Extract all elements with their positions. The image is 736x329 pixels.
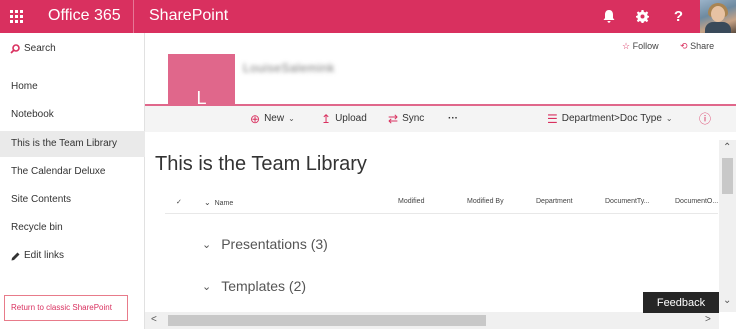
command-bar: ⊕ New ⌄ ↥ Upload ⇄ Sync ··· ☰ Department… [145,106,736,132]
follow-button[interactable]: ☆ Follow [622,41,659,52]
share-icon: ⟲ [680,41,688,51]
chevron-down-icon: ⌄ [202,280,212,293]
share-button[interactable]: ⟲ Share [680,41,714,52]
group-header-presentations[interactable]: ⌄ Presentations (3) [202,236,328,252]
chevron-down-icon: ⌄ [665,114,673,123]
select-all-checkbox[interactable]: ✓ [176,198,182,206]
nav-item-recycle-bin[interactable]: Recycle bin [0,215,145,241]
column-header-name[interactable]: ⌄ Name [204,198,233,207]
help-button[interactable]: ? [662,0,695,33]
sync-icon: ⇄ [388,112,399,126]
chevron-down-icon: ⌄ [202,238,212,251]
info-button[interactable]: ⓘ [699,106,711,132]
column-header-document-type[interactable]: DocumentTy... [605,198,650,205]
bell-icon [603,10,614,23]
settings-button[interactable] [626,0,659,33]
horizontal-scroll-thumb[interactable] [168,315,486,326]
nav-item-calendar-deluxe[interactable]: The Calendar Deluxe [0,159,145,185]
waffle-icon [10,10,23,23]
scroll-down-arrow-icon[interactable]: ⌄ [723,295,731,306]
edit-links-button[interactable]: Edit links [0,243,145,269]
nav-item-team-library[interactable]: This is the Team Library [0,131,145,157]
view-switcher[interactable]: ☰ Department>Doc Type ⌄ [547,106,673,132]
feedback-button[interactable]: Feedback [643,292,719,313]
vertical-scrollbar[interactable] [719,140,736,312]
follow-label: Follow [632,41,659,51]
group-label: Presentations (3) [221,236,328,252]
scroll-up-arrow-icon[interactable]: ⌃ [723,142,731,153]
new-button[interactable]: ⊕ New ⌄ [250,106,295,132]
upload-icon: ↥ [321,112,332,126]
office365-link[interactable]: Office 365 [48,7,121,25]
suitebar-divider [133,0,134,33]
chevron-down-icon: ⌄ [204,198,211,207]
nav-item-home[interactable]: Home [0,74,145,100]
suite-bar: Office 365 SharePoint ? [0,0,736,33]
column-header-department[interactable]: Department [536,198,573,205]
chevron-down-icon: ⌄ [288,114,295,123]
edit-links-label: Edit links [24,250,65,261]
upload-button[interactable]: ↥ Upload [321,106,367,132]
nav-item-notebook[interactable]: Notebook [0,102,145,128]
group-label: Templates (2) [221,278,307,294]
group-header-templates[interactable]: ⌄ Templates (2) [202,278,306,294]
column-header-modified[interactable]: Modified [398,198,424,205]
share-label: Share [690,41,715,51]
app-launcher-button[interactable] [0,0,33,33]
column-header-document-other[interactable]: DocumentO... [675,198,718,205]
notifications-button[interactable] [592,0,625,33]
scroll-left-arrow-icon[interactable]: < [151,314,157,325]
sync-button[interactable]: ⇄ Sync [388,106,424,132]
new-label: New [264,113,285,124]
info-icon: ⓘ [699,112,712,126]
gear-icon [636,10,649,23]
nav-item-site-contents[interactable]: Site Contents [0,187,145,213]
plus-circle-icon: ⊕ [250,112,261,126]
search-box[interactable]: Search [10,43,56,54]
sync-label: Sync [402,113,425,124]
site-name[interactable]: LouiseSalemink [243,61,335,75]
name-column-label: Name [214,200,234,207]
user-avatar[interactable] [700,0,736,33]
list-icon: ☰ [547,112,558,126]
view-label: Department>Doc Type [561,113,662,124]
library-title: This is the Team Library [155,153,367,175]
pencil-icon [11,252,20,260]
left-navigation: Search Home Notebook This is the Team Li… [0,33,145,329]
scroll-right-arrow-icon[interactable]: > [705,314,711,325]
search-icon [10,43,20,54]
vertical-scroll-thumb[interactable] [722,158,733,194]
column-header-modified-by[interactable]: Modified By [467,198,504,205]
more-button[interactable]: ··· [448,106,458,132]
return-to-classic-link[interactable]: Return to classic SharePoint [4,295,128,321]
sharepoint-link[interactable]: SharePoint [149,7,228,25]
star-icon: ☆ [622,41,631,51]
horizontal-scrollbar[interactable] [145,312,719,329]
upload-label: Upload [335,113,367,124]
header-row-divider [165,213,718,214]
search-label: Search [24,43,56,54]
